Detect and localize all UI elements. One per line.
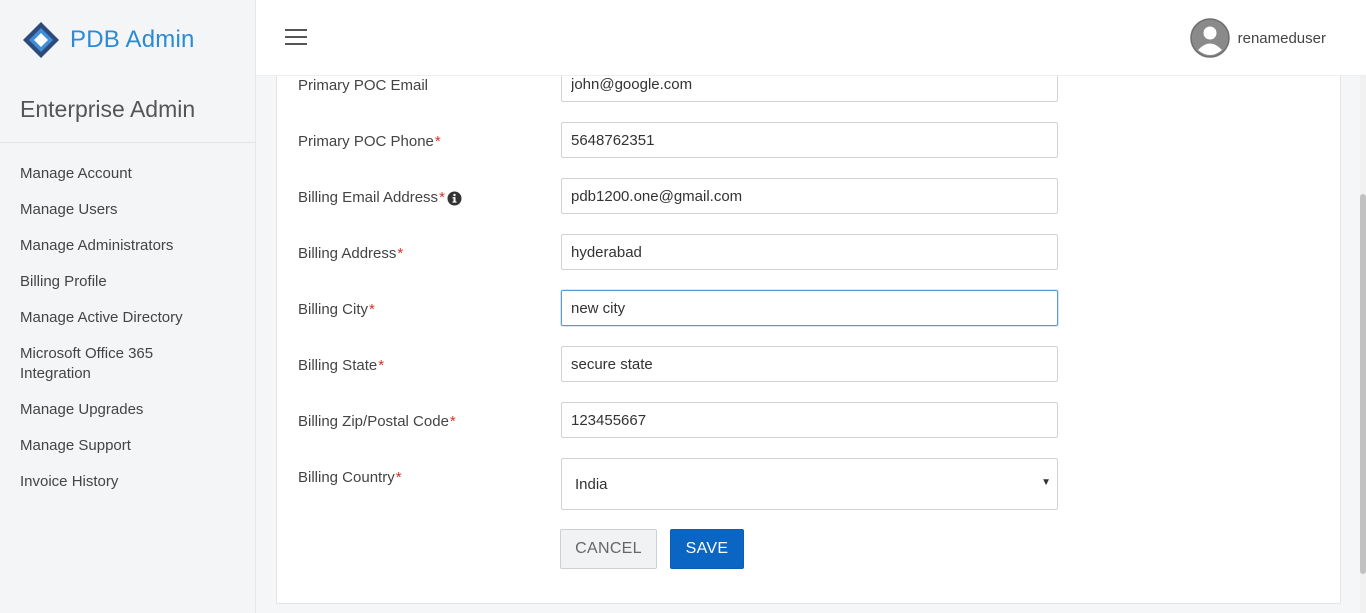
sidebar-item-invoice-history[interactable]: Invoice History — [20, 472, 220, 492]
primary-poc-phone-input[interactable] — [561, 122, 1058, 158]
sidebar-item-manage-users[interactable]: Manage Users — [20, 200, 220, 220]
field-label-primary-poc-email: Primary POC Email — [298, 76, 428, 96]
user-avatar-icon — [1189, 18, 1230, 58]
field-label-billing-zip: Billing Zip/Postal Code * — [298, 412, 456, 432]
label-text: Primary POC Email — [298, 77, 429, 94]
field-label-billing-country: Billing Country * — [298, 468, 402, 488]
sidebar-section-title: Enterprise Admin — [20, 96, 196, 122]
required-marker: * — [434, 133, 441, 150]
form-row-billing-country: Billing Country * India ▼ — [298, 458, 1058, 510]
label-text: Billing City — [298, 301, 369, 318]
page-scrollbar[interactable] — [1360, 76, 1366, 613]
cancel-button[interactable]: CANCEL — [560, 529, 657, 569]
sidebar-item-office-365-integration[interactable]: Microsoft Office 365 Integration — [20, 344, 220, 384]
field-label-billing-address: Billing Address * — [298, 244, 403, 264]
field-label-billing-email: Billing Email Address * — [298, 188, 462, 208]
sidebar: PDB Admin Enterprise Admin Manage Accoun… — [0, 0, 256, 613]
billing-state-input[interactable] — [561, 346, 1058, 382]
field-label-billing-city: Billing City * — [298, 300, 375, 320]
selected-country: India — [575, 475, 608, 493]
label-text: Billing Country — [298, 469, 395, 486]
user-menu[interactable]: renameduser — [1189, 18, 1326, 58]
username: renameduser — [1237, 29, 1326, 47]
sidebar-item-manage-administrators[interactable]: Manage Administrators — [20, 236, 220, 256]
sidebar-item-manage-active-directory[interactable]: Manage Active Directory — [20, 308, 220, 328]
hamburger-icon[interactable] — [285, 29, 307, 47]
brand-name: PDB Admin — [70, 26, 195, 53]
billing-zip-input[interactable] — [561, 402, 1058, 438]
form-row-primary-poc-email: Primary POC Email — [298, 66, 1058, 116]
form-row-billing-zip: Billing Zip/Postal Code * — [298, 402, 1058, 452]
form-row-billing-city: Billing City * — [298, 290, 1058, 340]
required-marker: * — [449, 413, 456, 430]
billing-country-select[interactable]: India ▼ — [561, 458, 1058, 510]
label-text: Billing State — [298, 357, 378, 374]
brand[interactable]: PDB Admin — [22, 20, 195, 60]
field-label-primary-poc-phone: Primary POC Phone * — [298, 132, 441, 152]
required-marker: * — [397, 245, 404, 262]
field-label-billing-state: Billing State * — [298, 356, 384, 376]
form-row-billing-address: Billing Address * — [298, 234, 1058, 284]
diamond-logo-icon — [22, 21, 60, 59]
billing-address-input[interactable] — [561, 234, 1058, 270]
label-text: Billing Zip/Postal Code — [298, 413, 449, 430]
billing-city-input[interactable] — [561, 290, 1058, 326]
sidebar-divider — [0, 142, 256, 143]
form-row-billing-state: Billing State * — [298, 346, 1058, 396]
form-row-primary-poc-phone: Primary POC Phone * — [298, 122, 1058, 172]
sidebar-item-manage-account[interactable]: Manage Account — [20, 164, 220, 184]
caret-down-icon: ▼ — [1041, 477, 1051, 488]
info-icon[interactable] — [447, 191, 462, 206]
label-text: Billing Address — [298, 245, 397, 262]
required-marker: * — [395, 469, 402, 486]
label-text: Primary POC Phone — [298, 133, 434, 150]
save-button[interactable]: SAVE — [670, 529, 744, 569]
main-content: Primary POC Email Primary POC Phone* Bil… — [256, 0, 1366, 613]
required-marker: * — [369, 301, 375, 318]
required-marker: * — [378, 357, 385, 374]
label-text: Billing Email Address — [298, 189, 439, 206]
sidebar-menu: Manage Account Manage Users Manage Admin… — [20, 164, 220, 508]
sidebar-item-billing-profile[interactable]: Billing Profile — [20, 272, 220, 292]
sidebar-item-manage-upgrades[interactable]: Manage Upgrades — [20, 400, 220, 420]
billing-email-input[interactable] — [561, 178, 1058, 214]
scrollbar-thumb[interactable] — [1360, 194, 1366, 574]
top-header: renameduser — [256, 0, 1366, 76]
billing-profile-form: Primary POC Email Primary POC Phone* Bil… — [276, 40, 1341, 604]
sidebar-item-manage-support[interactable]: Manage Support — [20, 436, 220, 456]
form-row-billing-email: Billing Email Address * — [298, 178, 1058, 228]
required-marker: * — [439, 189, 445, 206]
